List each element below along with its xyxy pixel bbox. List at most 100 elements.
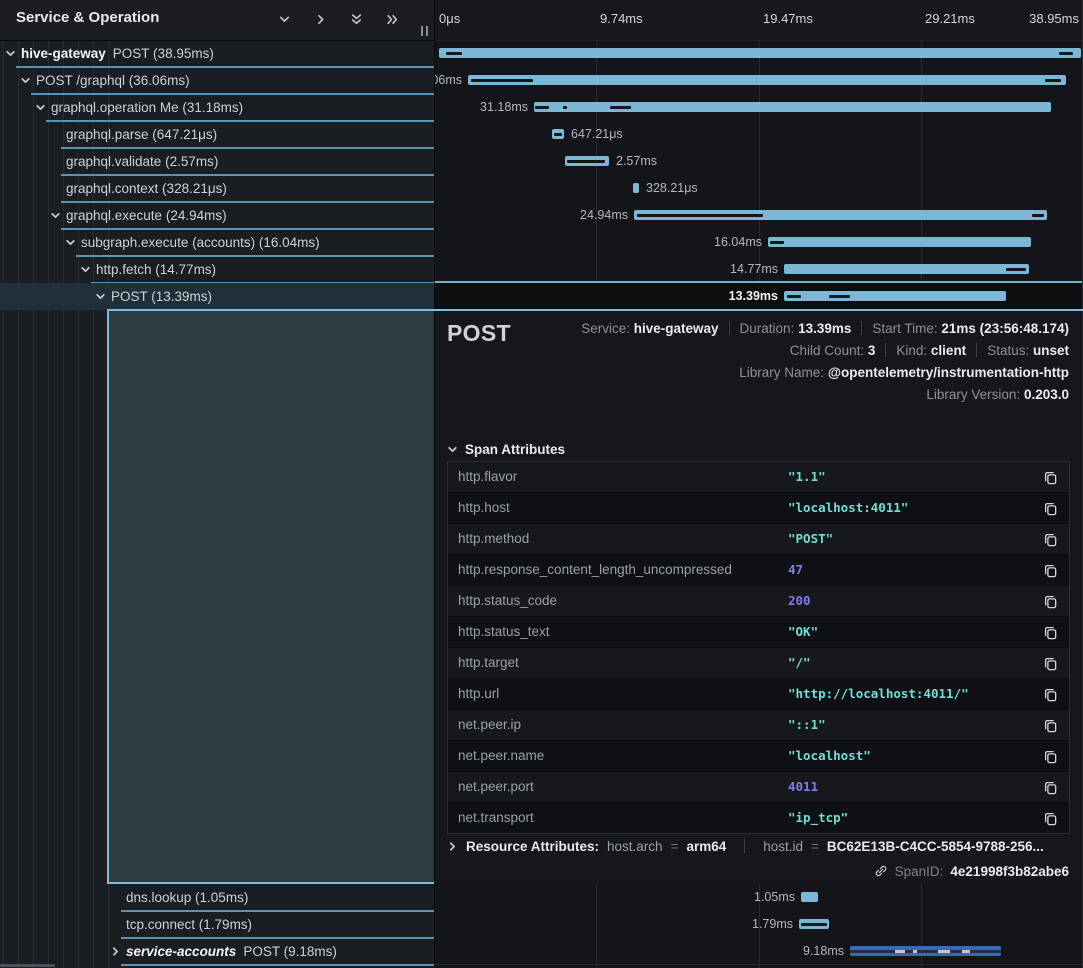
span-bar[interactable] — [850, 946, 1001, 956]
resource-attributes-toggle[interactable]: Resource Attributes: host.arch = arm64 h… — [447, 834, 1044, 858]
timeline-row-selected[interactable]: 13.39ms — [435, 281, 1083, 310]
span-row[interactable]: subgraph.execute (accounts) (16.04ms) — [0, 229, 434, 256]
copy-button[interactable] — [1041, 530, 1059, 548]
attribute-value: "::1" — [788, 710, 826, 740]
bar-duration-label: 9.18ms — [803, 944, 844, 958]
span-bar[interactable] — [799, 919, 829, 929]
attribute-key: http.target — [458, 648, 519, 678]
attribute-row[interactable]: http.method "POST" — [448, 524, 1069, 555]
service-operation-panel: Service & Operation hive-gatewayPO — [0, 0, 435, 968]
expand-all-icon[interactable] — [384, 11, 400, 27]
span-bar[interactable] — [439, 48, 1081, 58]
resource-key: host.arch — [607, 839, 663, 854]
timeline-row[interactable]: 16.04ms — [435, 229, 1083, 256]
attribute-value: "POST" — [788, 524, 833, 554]
timeline-row[interactable]: 328.21μs — [435, 175, 1083, 202]
span-bar[interactable] — [552, 129, 564, 139]
chevron-down-icon[interactable] — [95, 291, 106, 302]
bar-duration-label: 16.04ms — [714, 235, 762, 249]
attribute-value: "localhost" — [788, 741, 871, 771]
attribute-row[interactable]: http.url "http://localhost:4011/" — [448, 679, 1069, 710]
timeline-row[interactable]: 38.95ms — [435, 40, 1083, 67]
attribute-row[interactable]: http.status_code 200 — [448, 586, 1069, 617]
attribute-row[interactable]: net.transport "ip_tcp" — [448, 803, 1069, 833]
span-row[interactable]: graphql.validate (2.57ms) — [0, 148, 434, 175]
timeline-row[interactable]: 24.94ms — [435, 202, 1083, 229]
span-bar[interactable] — [784, 264, 1029, 274]
span-row[interactable]: graphql.parse (647.21μs) — [0, 121, 434, 148]
copy-button[interactable] — [1041, 685, 1059, 703]
tick-label: 0μs — [439, 11, 460, 26]
chevron-down-icon[interactable] — [50, 210, 61, 221]
bar-duration-label: 1.79ms — [752, 917, 793, 931]
timeline-row[interactable]: 31.18ms — [435, 94, 1083, 121]
bar-duration-label: 2.57ms — [616, 154, 657, 168]
span-row[interactable]: http.fetch (14.77ms) — [0, 256, 434, 283]
span-name: POST (13.39ms) — [111, 283, 432, 310]
chevron-down-icon[interactable] — [20, 75, 31, 86]
expand-one-icon[interactable] — [312, 11, 328, 27]
chevron-down-icon[interactable] — [5, 48, 16, 59]
timeline-row[interactable]: 1.05ms — [435, 884, 1083, 911]
copy-button[interactable] — [1041, 561, 1059, 579]
chevron-down-icon[interactable] — [65, 237, 76, 248]
chevron-down-icon[interactable] — [80, 264, 91, 275]
span-row[interactable]: hive-gatewayPOST (38.95ms) — [0, 40, 434, 67]
copy-button[interactable] — [1041, 747, 1059, 765]
span-row[interactable]: POST /graphql (36.06ms) — [0, 67, 434, 94]
span-row-selected[interactable]: POST (13.39ms) — [0, 283, 434, 310]
span-bar[interactable] — [468, 75, 1066, 85]
copy-button[interactable] — [1041, 468, 1059, 486]
copy-button[interactable] — [1041, 778, 1059, 796]
span-row[interactable]: graphql.context (328.21μs) — [0, 175, 434, 202]
collapse-all-icon[interactable] — [348, 11, 364, 27]
copy-button[interactable] — [1041, 716, 1059, 734]
timeline-row[interactable]: 14.77ms — [435, 256, 1083, 283]
span-row[interactable]: dns.lookup (1.05ms) — [0, 884, 434, 911]
attribute-row[interactable]: http.status_text "OK" — [448, 617, 1069, 648]
copy-button[interactable] — [1041, 654, 1059, 672]
copy-button[interactable] — [1041, 623, 1059, 641]
attribute-key: http.url — [458, 679, 499, 709]
copy-icon — [1043, 656, 1058, 671]
timeline-row[interactable]: 647.21μs — [435, 121, 1083, 148]
horizontal-scrollbar[interactable] — [0, 964, 55, 967]
attribute-row[interactable]: http.response_content_length_uncompresse… — [448, 555, 1069, 586]
timeline-row[interactable]: 2.57ms — [435, 148, 1083, 175]
chevron-right-icon[interactable] — [110, 946, 121, 957]
copy-button[interactable] — [1041, 499, 1059, 517]
timeline-row[interactable]: 9.18ms — [435, 938, 1083, 965]
attribute-row[interactable]: http.target "/" — [448, 648, 1069, 679]
copy-button[interactable] — [1041, 592, 1059, 610]
timeline-row[interactable]: 1.79ms — [435, 911, 1083, 938]
span-row[interactable]: service-accountsPOST (9.18ms) — [0, 938, 434, 965]
attribute-row[interactable]: net.peer.ip "::1" — [448, 710, 1069, 741]
span-row[interactable]: graphql.operation Me (31.18ms) — [0, 94, 434, 121]
span-name: graphql.parse (647.21μs) — [66, 121, 432, 148]
span-id-row: SpanID: 4e21998f3b82abe6 — [874, 859, 1069, 883]
tick-label: 9.74ms — [600, 11, 643, 26]
link-icon[interactable] — [874, 864, 888, 878]
span-bar[interactable] — [634, 210, 1047, 220]
span-row[interactable]: tcp.connect (1.79ms) — [0, 911, 434, 938]
span-bar[interactable] — [633, 183, 639, 193]
span-bar[interactable] — [534, 102, 1051, 112]
copy-button[interactable] — [1041, 809, 1059, 827]
span-bar[interactable] — [565, 156, 609, 166]
attribute-row[interactable]: net.peer.name "localhost" — [448, 741, 1069, 772]
span-detail-panel: POST Service: hive-gatewayDuration: 13.3… — [435, 310, 1083, 884]
attribute-row[interactable]: http.flavor "1.1" — [448, 462, 1069, 493]
timeline-row[interactable]: 36.06ms — [435, 67, 1083, 94]
span-bar[interactable] — [801, 892, 818, 902]
attribute-row[interactable]: net.peer.port 4011 — [448, 772, 1069, 803]
column-resize-handle[interactable] — [421, 26, 428, 36]
span-name: http.fetch (14.77ms) — [96, 256, 432, 283]
span-attributes-toggle[interactable]: Span Attributes — [447, 438, 565, 460]
attribute-key: http.response_content_length_uncompresse… — [458, 555, 732, 585]
span-bar[interactable] — [768, 237, 1031, 247]
attribute-row[interactable]: http.host "localhost:4011" — [448, 493, 1069, 524]
span-bar[interactable] — [784, 291, 1006, 301]
collapse-one-icon[interactable] — [276, 11, 292, 27]
chevron-down-icon[interactable] — [35, 102, 46, 113]
span-row[interactable]: graphql.execute (24.94ms) — [0, 202, 434, 229]
